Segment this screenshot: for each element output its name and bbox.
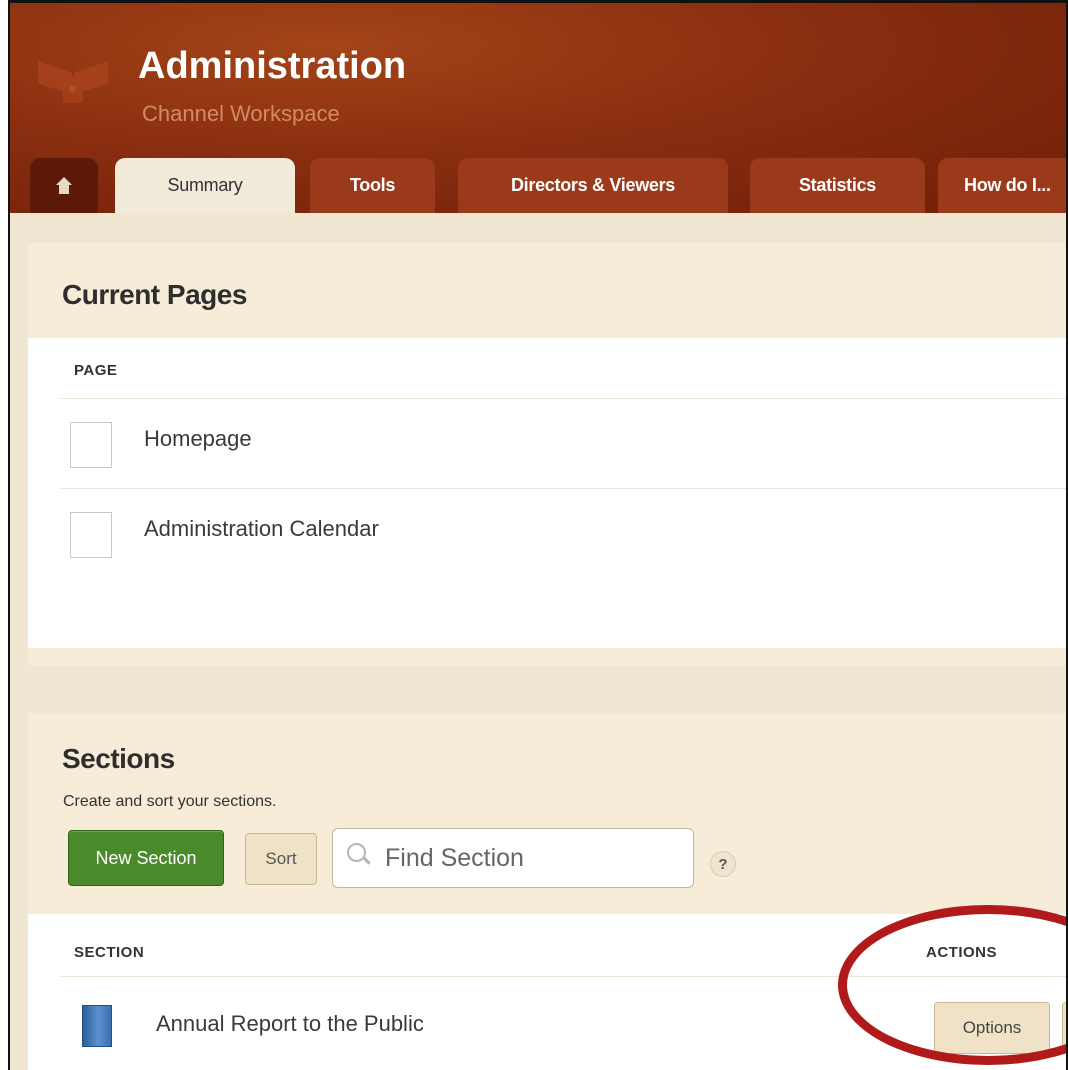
page-thumbnail	[70, 512, 112, 558]
sections-title: Sections	[62, 743, 175, 774]
search-icon	[347, 843, 371, 865]
find-section-field[interactable]	[332, 828, 694, 888]
page-row-homepage[interactable]: Homepage	[48, 422, 1048, 492]
page-thumbnail	[70, 422, 112, 468]
tab-how-do-i[interactable]: How do I...	[938, 158, 1066, 213]
header-divider	[60, 398, 1066, 399]
channel-title: Administration	[138, 45, 407, 87]
channel-logo-icon	[38, 55, 108, 115]
tab-summary[interactable]: Summary	[115, 158, 295, 213]
frame-left-border	[8, 0, 10, 1070]
channel-header: Administration Channel Workspace Summary…	[10, 3, 1066, 213]
help-icon[interactable]: ?	[710, 851, 736, 877]
home-icon	[55, 176, 73, 195]
page-row-administration-calendar[interactable]: Administration Calendar	[48, 512, 1048, 582]
row-divider	[60, 488, 1066, 489]
tab-statistics[interactable]: Statistics	[750, 158, 925, 213]
section-name[interactable]: Annual Report to the Public	[156, 1011, 424, 1037]
find-section-input[interactable]	[383, 839, 677, 877]
tab-tools[interactable]: Tools	[310, 158, 435, 213]
section-column-header: SECTION	[74, 944, 145, 961]
current-pages-list: PAGE Homepage Administration Calendar	[28, 338, 1066, 648]
tab-home[interactable]	[30, 158, 98, 213]
frame-top-border	[8, 0, 1068, 3]
page-name[interactable]: Homepage	[144, 426, 252, 452]
book-icon	[82, 1005, 112, 1047]
sort-button[interactable]: Sort	[245, 833, 317, 885]
current-pages-panel: Current Pages PAGE Homepage Administrati…	[28, 243, 1066, 665]
new-section-button[interactable]: New Section	[68, 830, 224, 886]
admin-app: Administration Channel Workspace Summary…	[10, 3, 1066, 1070]
page-name[interactable]: Administration Calendar	[144, 516, 379, 542]
page-column-header: PAGE	[74, 362, 118, 379]
tab-directors-viewers[interactable]: Directors & Viewers	[458, 158, 728, 213]
channel-subtitle: Channel Workspace	[142, 101, 340, 126]
sections-description: Create and sort your sections.	[63, 793, 277, 810]
current-pages-title: Current Pages	[62, 279, 247, 310]
